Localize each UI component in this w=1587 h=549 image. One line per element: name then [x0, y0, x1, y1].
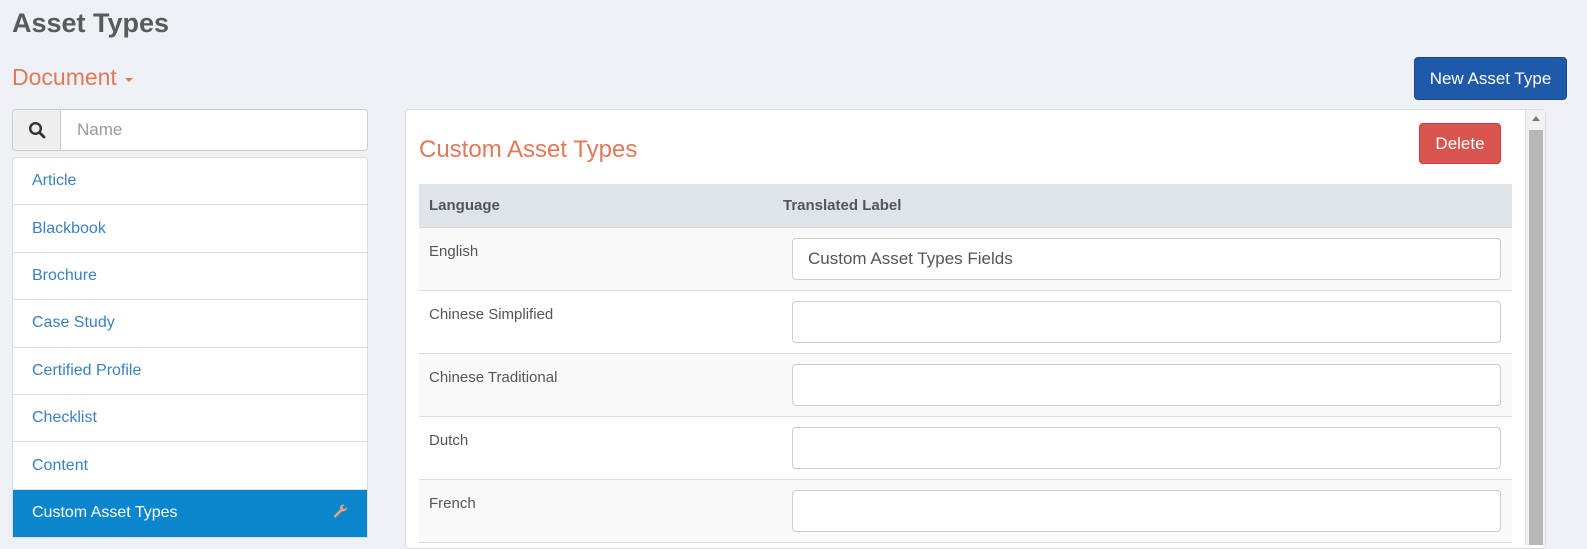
language-cell: Chinese Traditional — [429, 369, 558, 386]
caret-down-icon — [124, 77, 133, 82]
asset-type-detail-panel: Custom Asset Types Delete Language Trans… — [405, 109, 1546, 549]
language-cell: English — [429, 243, 479, 260]
asset-type-item-brochure[interactable]: Brochure — [13, 253, 367, 301]
language-cell: Chinese Simplified — [429, 306, 554, 323]
asset-type-item-certified-profile[interactable]: Certified Profile — [13, 348, 367, 395]
column-header-language: Language — [429, 197, 500, 214]
page-title: Asset Types — [12, 8, 170, 38]
category-dropdown[interactable]: Document — [12, 64, 133, 91]
category-label: Document — [12, 64, 117, 90]
asset-type-label: Custom Asset Types — [32, 504, 178, 522]
wrench-icon[interactable] — [332, 503, 348, 524]
column-header-translated-label: Translated Label — [783, 197, 902, 214]
asset-type-item-case-study[interactable]: Case Study — [13, 300, 367, 348]
table-row: French — [419, 480, 1512, 543]
asset-type-item-checklist[interactable]: Checklist — [13, 395, 367, 443]
asset-type-item-article[interactable]: Article — [13, 158, 367, 206]
translated-label-input-chinese-simplified[interactable] — [792, 301, 1501, 343]
translated-label-input-dutch[interactable] — [792, 427, 1501, 469]
table-header: Language Translated Label — [419, 184, 1512, 228]
asset-type-label: Brochure — [32, 266, 97, 284]
search-box — [12, 109, 368, 151]
asset-type-label: Checklist — [32, 409, 97, 427]
asset-type-item-blackbook[interactable]: Blackbook — [13, 205, 367, 253]
search-input[interactable] — [61, 110, 367, 150]
asset-type-item-content[interactable]: Content — [13, 442, 367, 490]
asset-type-label: Blackbook — [32, 219, 106, 237]
detail-title: Custom Asset Types — [419, 136, 638, 163]
panel-scrollbar[interactable] — [1525, 110, 1545, 545]
table-row: English — [419, 228, 1512, 291]
table-row: Chinese Simplified — [419, 291, 1512, 354]
translated-label-input-chinese-traditional[interactable] — [792, 364, 1501, 406]
asset-type-list: Article Blackbook Brochure Case Study Ce… — [12, 157, 368, 539]
translated-label-input-english[interactable] — [792, 238, 1501, 280]
asset-type-label: Case Study — [32, 314, 115, 332]
asset-type-label: Certified Profile — [32, 361, 142, 379]
table-row: Dutch — [419, 417, 1512, 480]
scrollbar-thumb[interactable] — [1529, 130, 1543, 545]
language-cell: Dutch — [429, 432, 469, 449]
delete-button[interactable]: Delete — [1419, 123, 1501, 164]
translations-table: Language Translated Label English Chines… — [419, 184, 1512, 543]
language-cell: French — [429, 495, 476, 512]
asset-type-label: Article — [32, 172, 77, 190]
asset-type-item-custom-asset-types[interactable]: Custom Asset Types — [13, 489, 367, 538]
scroll-up-arrow-icon[interactable] — [1531, 116, 1540, 121]
table-row: Chinese Traditional — [419, 354, 1512, 417]
new-asset-type-button[interactable]: New Asset Type — [1414, 57, 1567, 100]
search-icon[interactable] — [13, 110, 61, 150]
asset-type-label: Content — [32, 456, 89, 474]
translated-label-input-french[interactable] — [792, 490, 1501, 532]
